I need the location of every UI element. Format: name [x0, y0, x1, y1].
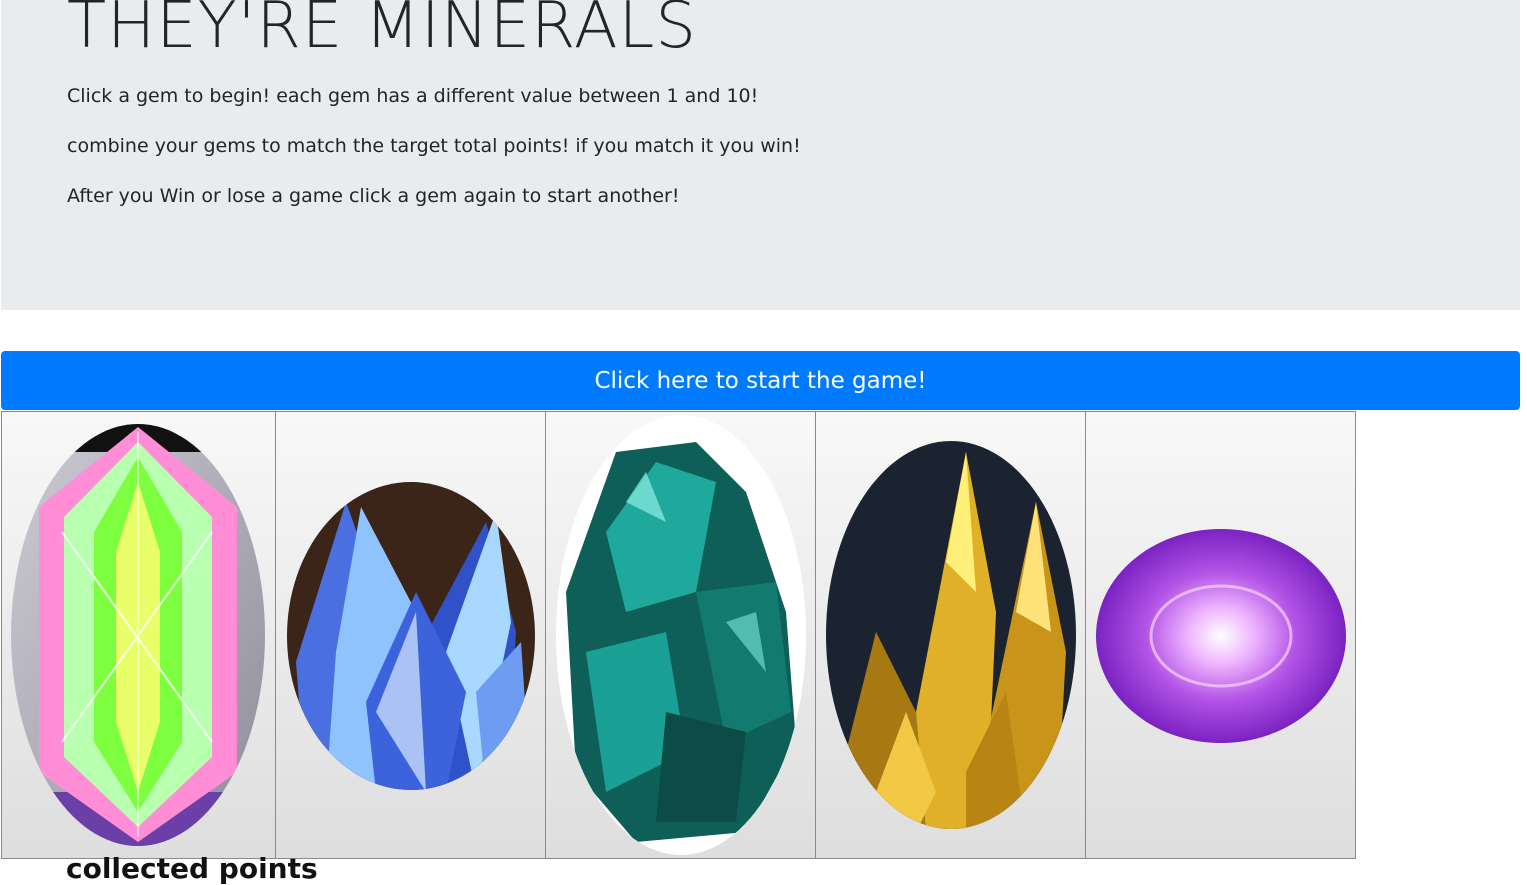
start-game-button[interactable]: Click here to start the game!	[1, 351, 1520, 410]
gem-button-2[interactable]	[275, 411, 546, 859]
header-jumbotron: THEY'RE MINERALS Click a gem to begin! e…	[1, 0, 1520, 310]
purple-orb-icon	[1096, 529, 1346, 743]
instruction-line-3: After you Win or lose a game click a gem…	[67, 185, 680, 207]
collected-points-label: collected points	[66, 852, 318, 885]
blue-crystal-cluster-icon	[287, 482, 535, 790]
instruction-line-2: combine your gems to match the target to…	[67, 135, 801, 157]
page-title: THEY'RE MINERALS	[67, 0, 697, 63]
instruction-line-1: Click a gem to begin! each gem has a dif…	[67, 85, 759, 107]
gem-button-5[interactable]	[1085, 411, 1356, 859]
pink-green-crystal-icon	[11, 424, 265, 846]
teal-mineral-icon	[556, 415, 806, 855]
gold-crystal-icon	[826, 441, 1076, 829]
gem-button-3[interactable]	[545, 411, 816, 859]
gem-button-1[interactable]	[1, 411, 276, 859]
gem-button-4[interactable]	[815, 411, 1086, 859]
